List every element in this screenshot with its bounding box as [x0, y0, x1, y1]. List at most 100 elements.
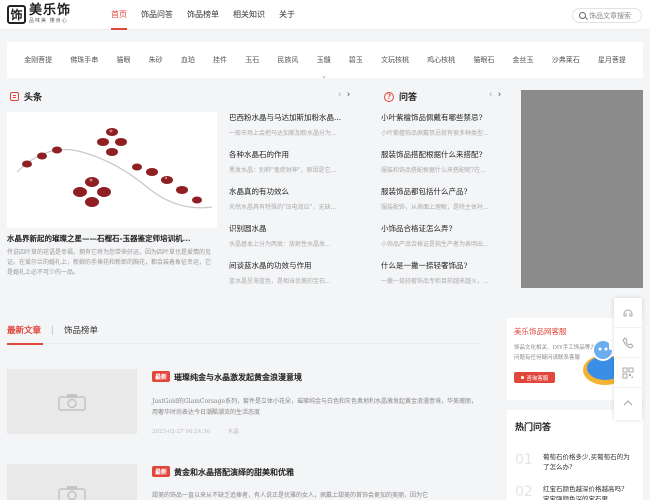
headlines-heading: 头条: [10, 90, 42, 103]
category-link[interactable]: 猫眼: [116, 55, 130, 65]
image-placeholder-icon: [58, 486, 86, 500]
category-link[interactable]: 鸡心核桃: [427, 55, 455, 65]
category-link[interactable]: 朱砂: [149, 55, 163, 65]
feature-image[interactable]: [7, 112, 217, 228]
question-excerpt: 小叶紫檀饰品佩戴禁忌就有很多种类型...: [381, 130, 489, 137]
list-item[interactable]: 水晶真的有功效么 天然水晶具有特殊的"压电效应"，无缺...: [229, 186, 359, 223]
list-item[interactable]: 间谈蓝水晶的功效与作用 蓝水晶呈海蓝色，是相当优美的宝石...: [229, 260, 359, 297]
expand-categories-chevron-icon[interactable]: ⌄: [321, 72, 327, 80]
contact-service-button[interactable]: ▪ 咨询客服: [514, 372, 555, 383]
list-item[interactable]: 识别圆水晶 水晶基本上分为两类：放射性水晶发...: [229, 223, 359, 260]
article-title[interactable]: 水晶真的有功效么: [229, 186, 359, 197]
list-item[interactable]: 各种水晶石的作用 黑发水晶：别称"鬼佬财神"，原因是它...: [229, 149, 359, 186]
post-thumbnail[interactable]: [7, 464, 137, 500]
phone-icon[interactable]: [614, 328, 642, 358]
search-input[interactable]: 饰品文章搜索: [572, 8, 642, 23]
category-link[interactable]: 文玩核桃: [381, 55, 409, 65]
prev-arrow-icon[interactable]: ‹: [338, 90, 342, 100]
qrcode-icon[interactable]: [614, 358, 642, 388]
qa-heading: ? 问答: [384, 90, 417, 103]
site-logo[interactable]: 饰 美乐饰 品味美 懂身心: [7, 4, 71, 24]
latest-tabs: 最新文章 饰品榜单: [7, 324, 98, 340]
logo-mark: 饰: [7, 4, 26, 24]
category-link[interactable]: 星月菩提: [598, 55, 626, 65]
article-title[interactable]: 各种水晶石的作用: [229, 149, 359, 160]
list-item[interactable]: 02 红宝石颜色越深价格越高吗? 宝宝强颜色深的宝石更...: [515, 484, 639, 500]
category-link[interactable]: 金刚菩提: [24, 55, 52, 65]
feature-title[interactable]: 水晶界新起的璀璨之星——石榴石-玉器鉴定师培训机...: [7, 233, 217, 244]
main-nav: 首页 饰品问答 饰品榜单 相关知识 关于: [104, 0, 302, 30]
ad-banner[interactable]: [521, 90, 643, 288]
post-title[interactable]: 最新 黄金和水晶搭配演绎的甜美和优雅: [152, 466, 294, 478]
article-excerpt: 一般市场上会把马达加斯加粉水晶分为...: [229, 130, 337, 137]
article-title[interactable]: 巴西粉水晶与马达加斯加粉水晶...: [229, 112, 359, 123]
qa-list: 小叶紫檀饰品佩戴有哪些禁忌? 小叶紫檀饰品佩戴禁忌就有很多种类型... 服装饰品…: [381, 112, 511, 297]
post-category[interactable]: 水晶: [228, 429, 239, 435]
image-placeholder-icon: [58, 393, 86, 411]
headlines-pager: ‹ ›: [338, 90, 350, 100]
tab-divider: [52, 325, 54, 335]
question-icon: ?: [384, 91, 394, 102]
question-excerpt: 小饰品产品合格证是指生产者为表明出...: [381, 241, 489, 248]
nav-qa[interactable]: 饰品问答: [134, 0, 180, 30]
category-link[interactable]: 民族风: [277, 55, 298, 65]
category-link[interactable]: 血珀: [181, 55, 195, 65]
headline-icon: [10, 92, 19, 101]
category-link[interactable]: 沙弗莱石: [552, 55, 580, 65]
post-thumbnail[interactable]: [7, 369, 137, 434]
back-to-top-icon[interactable]: [614, 388, 642, 418]
search-icon: [579, 12, 586, 19]
tab-jewelry-rankings[interactable]: 饰品榜单: [64, 324, 98, 340]
article-excerpt: 黑发水晶：别称"鬼佬财神"，原因是它...: [229, 167, 337, 174]
nav-knowledge[interactable]: 相关知识: [226, 0, 272, 30]
bracelet-photo: [7, 112, 217, 228]
list-item[interactable]: 什么是一撇一捺轻奢饰品? 一撇一捺轻奢饰品专柜目前越来越火，...: [381, 260, 511, 297]
article-excerpt: 天然水晶具有特殊的"压电效应"，无缺...: [229, 204, 337, 211]
floating-toolbar: [614, 298, 642, 420]
search-placeholder: 饰品文章搜索: [589, 11, 631, 20]
tab-latest-articles[interactable]: 最新文章: [7, 324, 41, 340]
category-link[interactable]: 玉髓: [317, 55, 331, 65]
category-link[interactable]: 佛珠手串: [70, 55, 98, 65]
post-excerpt: JustGold的GlamCorsage系列，套件是立体小花朵，璀璨纯金与白色和…: [152, 398, 478, 416]
post-date: 2023-02-27 00:24:30: [152, 429, 211, 435]
question-title[interactable]: 服装饰品搭配根据什么来搭配?: [381, 149, 511, 160]
nav-rankings[interactable]: 饰品榜单: [180, 0, 226, 30]
nav-home[interactable]: 首页: [104, 0, 134, 30]
next-arrow-icon[interactable]: ›: [498, 90, 502, 100]
rank-number: 02: [515, 484, 533, 500]
question-title[interactable]: 什么是一撇一捺轻奢饰品?: [381, 260, 511, 271]
category-link[interactable]: 玉石: [245, 55, 259, 65]
category-link[interactable]: 金丝玉: [513, 55, 534, 65]
site-header: 饰 美乐饰 品味美 懂身心 首页 饰品问答 饰品榜单 相关知识 关于 饰品文章搜…: [0, 0, 650, 30]
new-badge: 最新: [152, 466, 171, 477]
next-arrow-icon[interactable]: ›: [347, 90, 351, 100]
category-link[interactable]: 碧玉: [349, 55, 363, 65]
list-item[interactable]: 小叶紫檀饰品佩戴有哪些禁忌? 小叶紫檀饰品佩戴禁忌就有很多种类型...: [381, 112, 511, 149]
list-item[interactable]: 01 葡萄石价格多少,买葡萄石的为了怎么办?: [515, 452, 639, 472]
list-item[interactable]: 服装饰品都包括什么产品? 服装配饰，从表面上理解，是除主体衬...: [381, 186, 511, 223]
list-item[interactable]: 服装饰品搭配根据什么来搭配? 服装和饰品搭配根据什么来搭配呢?在...: [381, 149, 511, 186]
list-item[interactable]: 巴西粉水晶与马达加斯加粉水晶... 一般市场上会把马达加斯加粉水晶分为...: [229, 112, 359, 149]
prev-arrow-icon[interactable]: ‹: [489, 90, 493, 100]
article-title[interactable]: 识别圆水晶: [229, 223, 359, 234]
question-excerpt: 服装配饰，从表面上理解，是除主体衬...: [381, 204, 489, 211]
post-meta: 2023-02-27 00:24:30 水晶: [152, 427, 255, 435]
support-icon[interactable]: [614, 298, 642, 328]
chat-icon: ▪: [520, 374, 525, 381]
category-link[interactable]: 猫眼石: [473, 55, 494, 65]
hot-question[interactable]: 红宝石颜色越深价格越高吗? 宝宝强颜色深的宝石更...: [543, 484, 633, 500]
tab-underline: [7, 343, 481, 345]
hot-question[interactable]: 葡萄石价格多少,买葡萄石的为了怎么办?: [543, 452, 633, 472]
hot-qa-title: 热门问答: [515, 423, 552, 433]
nav-about[interactable]: 关于: [272, 0, 302, 30]
article-title[interactable]: 间谈蓝水晶的功效与作用: [229, 260, 359, 271]
question-title[interactable]: 小叶紫檀饰品佩戴有哪些禁忌?: [381, 112, 511, 123]
list-item[interactable]: 小饰品合格证怎么弄? 小饰品产品合格证是指生产者为表明出...: [381, 223, 511, 260]
post-title[interactable]: 最新 璀璨纯金与水晶激发起黄金浪漫意境: [152, 371, 302, 383]
question-title[interactable]: 服装饰品都包括什么产品?: [381, 186, 511, 197]
article-excerpt: 蓝水晶呈海蓝色，是相当优美的宝石...: [229, 278, 331, 285]
category-link[interactable]: 挂件: [213, 55, 227, 65]
article-excerpt: 水晶基本上分为两类：放射性水晶发...: [229, 241, 331, 248]
question-title[interactable]: 小饰品合格证怎么弄?: [381, 223, 511, 234]
